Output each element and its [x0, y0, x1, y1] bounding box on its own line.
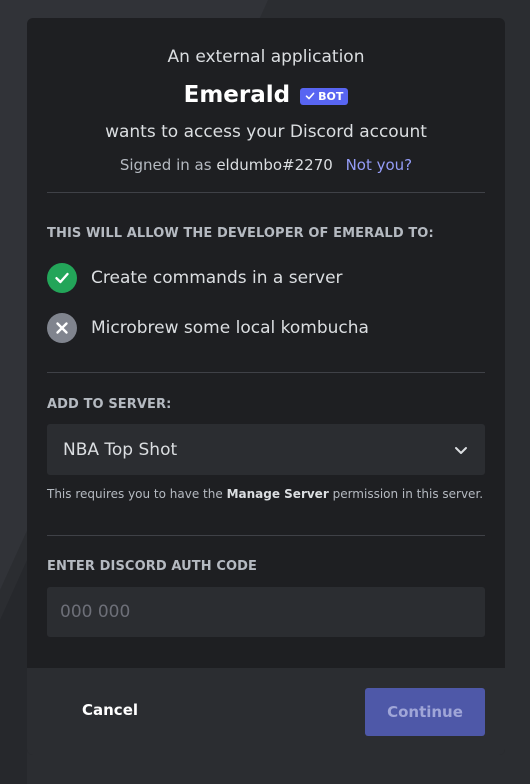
server-select-value: NBA Top Shot — [63, 439, 178, 460]
permission-item: Microbrew some local kombucha — [47, 313, 369, 343]
verified-check-icon — [305, 92, 315, 100]
bot-identity: Emerald BOT — [27, 82, 505, 108]
not-you-link[interactable]: Not you? — [346, 156, 413, 174]
checkmark-icon — [47, 263, 77, 293]
permission-label: Create commands in a server — [91, 268, 343, 288]
hint-suffix: permission in this server. — [332, 487, 484, 501]
access-request-text: wants to access your Discord account — [105, 122, 427, 142]
header-divider — [47, 192, 485, 193]
hint-permission-name: Manage Server — [226, 487, 329, 501]
permissions-heading: THIS WILL ALLOW THE DEVELOPER OF EMERALD… — [47, 226, 434, 241]
bot-badge: BOT — [300, 87, 349, 105]
add-to-server-heading: ADD TO SERVER: — [47, 397, 172, 412]
auth-code-heading: ENTER DISCORD AUTH CODE — [47, 559, 258, 574]
auth-code-input[interactable] — [47, 587, 485, 637]
x-icon — [47, 313, 77, 343]
permission-item: Create commands in a server — [47, 263, 343, 293]
signed-in-prefix: Signed in as — [119, 156, 212, 174]
server-select[interactable]: NBA Top Shot — [47, 424, 485, 475]
hint-prefix: This requires you to have the — [47, 487, 223, 501]
cancel-button[interactable]: Cancel — [82, 701, 138, 719]
permission-hint: This requires you to have the Manage Ser… — [47, 487, 483, 501]
bot-name: Emerald — [183, 82, 291, 108]
modal-header: An external application Emerald BOT want… — [27, 18, 505, 192]
signed-in-line: Signed in as eldumbo#2270 Not you? — [27, 156, 505, 174]
intro-text: An external application — [167, 47, 365, 67]
server-divider — [47, 535, 485, 536]
permissions-divider — [47, 372, 485, 373]
signed-in-username: eldumbo#2270 — [216, 156, 333, 174]
oauth-authorize-modal: An external application Emerald BOT want… — [27, 18, 505, 755]
bot-badge-label: BOT — [318, 89, 344, 103]
permission-label: Microbrew some local kombucha — [91, 318, 369, 338]
continue-button[interactable]: Continue — [365, 688, 485, 736]
chevron-down-icon — [455, 446, 467, 454]
modal-footer: Cancel Continue — [27, 668, 505, 755]
